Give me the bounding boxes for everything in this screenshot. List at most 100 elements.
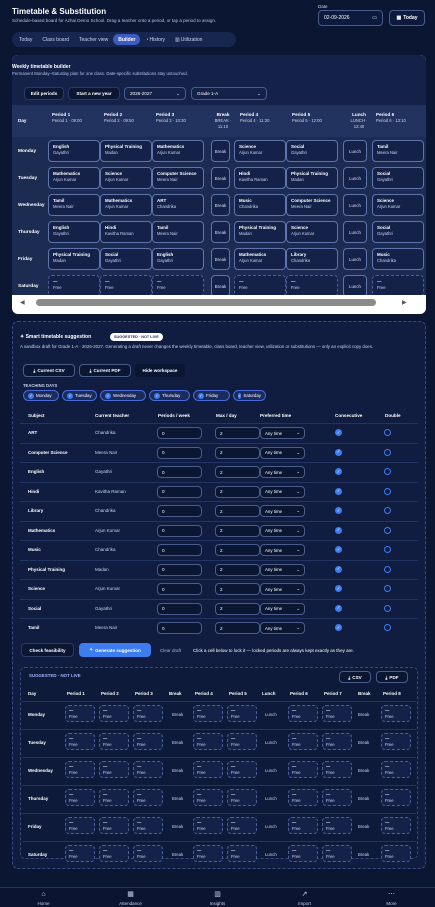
scroll-left-icon[interactable]: ◀ (20, 299, 25, 306)
day-chip-friday[interactable]: ✓ Friday (193, 390, 230, 401)
timetable-cell[interactable]: English Gayathri (48, 221, 100, 243)
tab-builder[interactable]: Builder (113, 34, 141, 45)
timetable-cell[interactable]: Science Arjun Kumar (372, 194, 424, 216)
timetable-cell[interactable]: Social Gayathri (372, 221, 424, 243)
draft-cell[interactable]: — Free (65, 705, 95, 722)
draft-cell[interactable]: — Free (193, 761, 223, 778)
horizontal-scrollbar[interactable]: ◀ ▶ (14, 296, 412, 310)
timetable-cell[interactable]: — Free (48, 275, 100, 295)
draft-cell[interactable]: — Free (227, 845, 257, 862)
draft-cell[interactable]: — Free (65, 789, 95, 806)
preferred-time-select[interactable]: Any time ⌄ (260, 602, 305, 615)
draft-cell[interactable]: — Free (381, 817, 411, 834)
current-pdf-button[interactable]: ⤓ Current PDF (79, 364, 131, 377)
timetable-cell[interactable]: Mathematics Arjun Kumar (234, 248, 286, 270)
draft-cell[interactable]: — Free (288, 789, 318, 806)
draft-cell[interactable]: — Free (288, 705, 318, 722)
preferred-time-select[interactable]: Any time ⌄ (260, 544, 305, 556)
timetable-cell[interactable]: English Gayathri (48, 140, 100, 162)
draft-cell[interactable]: — Free (227, 761, 257, 778)
consecutive-checkbox[interactable]: ✓ (335, 448, 342, 456)
nav-item-insights[interactable]: ▥ Insights (174, 888, 261, 907)
periods-per-week-input[interactable]: 0 (157, 622, 202, 634)
consecutive-checkbox[interactable]: ✓ (335, 546, 342, 553)
draft-cell[interactable]: — Free (322, 817, 352, 834)
draft-cell[interactable]: — Free (99, 705, 129, 722)
timetable-cell[interactable]: ART Chandrika (152, 194, 204, 216)
timetable-cell[interactable]: Tamil Meera Nair (48, 194, 100, 216)
draft-cell[interactable]: — Free (65, 761, 95, 778)
draft-csv-button[interactable]: ⤓ CSV (339, 671, 371, 683)
day-chip-monday[interactable]: ✓ Monday (23, 390, 59, 401)
preferred-time-select[interactable]: Any time ⌄ (260, 524, 305, 537)
consecutive-checkbox[interactable]: ✓ (335, 604, 342, 612)
periods-per-week-input[interactable]: 0 (157, 544, 202, 556)
timetable-cell[interactable]: — Free (152, 275, 204, 295)
timetable-cell[interactable]: Social Gayathri (286, 140, 338, 162)
max-per-day-input[interactable]: 2 (215, 446, 260, 459)
timetable-cell[interactable]: Science Arjun Kumar (234, 140, 286, 162)
draft-cell[interactable]: — Free (133, 733, 163, 750)
double-checkbox[interactable] (384, 429, 391, 436)
draft-cell[interactable]: — Free (381, 705, 411, 722)
draft-cell[interactable]: — Free (288, 845, 318, 862)
draft-cell[interactable]: — Free (193, 705, 223, 722)
double-checkbox[interactable] (384, 487, 391, 495)
periods-per-week-input[interactable]: 0 (157, 583, 202, 595)
current-csv-button[interactable]: ⤓ Current CSV (23, 364, 75, 377)
scrollbar-thumb[interactable] (36, 299, 376, 306)
timetable-cell[interactable]: Social Gayathri (372, 167, 424, 189)
preferred-time-select[interactable]: Any time ⌄ (260, 583, 305, 595)
draft-cell[interactable]: — Free (193, 845, 223, 862)
draft-cell[interactable]: — Free (288, 817, 318, 834)
nav-item-import[interactable]: ↗ Import (261, 888, 348, 907)
draft-cell[interactable]: — Free (133, 761, 163, 778)
draft-cell[interactable]: — Free (133, 845, 163, 862)
double-checkbox[interactable] (384, 468, 391, 475)
draft-cell[interactable]: — Free (381, 733, 411, 750)
date-input[interactable]: 02-09-2026 ▭ (318, 10, 383, 26)
consecutive-checkbox[interactable]: ✓ (335, 526, 342, 534)
double-checkbox[interactable] (384, 507, 391, 514)
periods-per-week-input[interactable]: 0 (157, 466, 202, 478)
draft-cell[interactable]: — Free (322, 733, 352, 750)
max-per-day-input[interactable]: 2 (215, 602, 260, 615)
periods-per-week-input[interactable]: 0 (157, 602, 202, 615)
max-per-day-input[interactable]: 2 (215, 544, 260, 556)
draft-cell[interactable]: — Free (288, 733, 318, 750)
draft-cell[interactable]: — Free (65, 733, 95, 750)
timetable-cell[interactable]: Science Arjun Kumar (100, 167, 152, 189)
tab-today[interactable]: Today (14, 34, 37, 45)
draft-cell[interactable]: — Free (322, 845, 352, 862)
draft-cell[interactable]: — Free (99, 845, 129, 862)
draft-cell[interactable]: — Free (99, 761, 129, 778)
max-per-day-input[interactable]: 2 (215, 427, 260, 439)
timetable-cell[interactable]: Computer Science Meera Nair (152, 167, 204, 189)
nav-item-attendance[interactable]: ▦ Attendance (87, 888, 174, 907)
consecutive-checkbox[interactable]: ✓ (335, 468, 342, 475)
timetable-cell[interactable]: — Free (372, 275, 424, 295)
timetable-cell[interactable]: Mathematics Arjun Kumar (48, 167, 100, 189)
max-per-day-input[interactable]: 2 (215, 485, 260, 498)
consecutive-checkbox[interactable]: ✓ (335, 585, 342, 592)
draft-cell[interactable]: — Free (227, 733, 257, 750)
timetable-cell[interactable]: Physical Training Madan (100, 140, 152, 162)
timetable-cell[interactable]: Physical Training Madan (286, 167, 338, 189)
timetable-cell[interactable]: Tamil Meera Nair (372, 140, 424, 162)
timetable-cell[interactable]: — Free (234, 275, 286, 295)
draft-cell[interactable]: — Free (322, 789, 352, 806)
day-chip-wednesday[interactable]: ✓ Wednesday (100, 390, 146, 401)
preferred-time-select[interactable]: Any time ⌄ (260, 427, 305, 439)
tab-class-board[interactable]: Class board (37, 34, 74, 45)
draft-pdf-button[interactable]: ⤓ PDF (376, 671, 408, 683)
day-chip-tuesday[interactable]: ✓ Tuesday (62, 390, 97, 401)
preferred-time-select[interactable]: Any time ⌄ (260, 485, 305, 498)
double-checkbox[interactable] (384, 624, 391, 631)
consecutive-checkbox[interactable]: ✓ (335, 487, 342, 495)
preferred-time-select[interactable]: Any time ⌄ (260, 505, 305, 517)
timetable-cell[interactable]: Science Arjun Kumar (286, 221, 338, 243)
draft-cell[interactable]: — Free (133, 789, 163, 806)
start-new-year-button[interactable]: Start a new year (68, 87, 120, 100)
year-select[interactable]: 2026-2027 ⌄ (124, 87, 186, 100)
max-per-day-input[interactable]: 2 (215, 622, 260, 634)
